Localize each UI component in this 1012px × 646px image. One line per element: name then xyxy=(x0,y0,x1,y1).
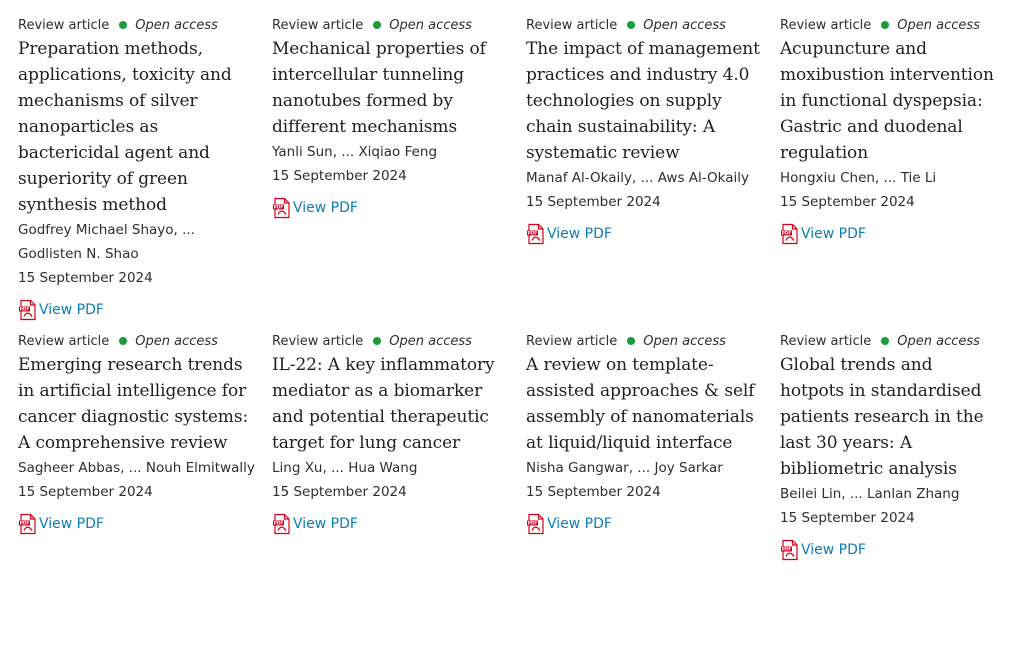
article-date: 15 September 2024 xyxy=(18,484,153,500)
article-card: Review article Open access Preparation m… xyxy=(18,14,272,330)
article-authors: Ling Xu, ... Hua Wang xyxy=(272,460,418,476)
article-date: 15 September 2024 xyxy=(780,194,915,210)
article-type-label: Review article xyxy=(780,333,872,349)
open-access-label: Open access xyxy=(389,17,472,33)
article-authors: Hongxiu Chen, ... Tie Li xyxy=(780,170,937,186)
view-pdf-label[interactable]: View PDF xyxy=(293,516,358,532)
pdf-file-icon: PDF xyxy=(273,513,290,535)
view-pdf-link[interactable]: PDF View PDF xyxy=(272,196,514,220)
open-access-dot-icon xyxy=(119,21,128,29)
article-type-label: Review article xyxy=(272,333,364,349)
view-pdf-label[interactable]: View PDF xyxy=(801,542,866,558)
article-card: Review article Open access IL-22: A key … xyxy=(272,330,526,646)
article-date: 15 September 2024 xyxy=(272,168,407,184)
article-date: 15 September 2024 xyxy=(526,194,661,210)
article-type-label: Review article xyxy=(780,17,872,33)
article-title-link[interactable]: Global trends and hotpots in standardise… xyxy=(780,352,996,482)
article-card: Review article Open access The impact of… xyxy=(526,14,780,330)
article-authors: Beilei Lin, ... Lanlan Zhang xyxy=(780,486,960,502)
article-title-link[interactable]: Acupuncture and moxibustion intervention… xyxy=(780,36,996,166)
view-pdf-label[interactable]: View PDF xyxy=(39,302,104,318)
article-card: Review article Open access Acupuncture a… xyxy=(780,14,1008,330)
open-access-label: Open access xyxy=(135,17,218,33)
svg-text:PDF: PDF xyxy=(274,205,284,210)
article-card: Review article Open access Global trends… xyxy=(780,330,1008,646)
article-title-link[interactable]: Preparation methods, applications, toxic… xyxy=(18,36,260,218)
view-pdf-link[interactable]: PDF View PDF xyxy=(780,538,996,562)
article-meta: Review article Open access xyxy=(18,14,260,36)
view-pdf-link[interactable]: PDF View PDF xyxy=(18,512,260,536)
open-access-dot-icon xyxy=(627,21,636,29)
pdf-file-icon: PDF xyxy=(781,539,798,561)
open-access-dot-icon xyxy=(119,337,128,345)
svg-text:PDF: PDF xyxy=(274,521,284,526)
open-access-label: Open access xyxy=(897,333,980,349)
view-pdf-link[interactable]: PDF View PDF xyxy=(272,512,514,536)
pdf-file-icon: PDF xyxy=(19,513,36,535)
view-pdf-link[interactable]: PDF View PDF xyxy=(18,298,260,322)
article-type-label: Review article xyxy=(526,333,618,349)
article-type-label: Review article xyxy=(18,17,110,33)
article-authors: Manaf Al-Okaily, ... Aws Al-Okaily xyxy=(526,170,750,186)
article-title-link[interactable]: IL-22: A key inflammatory mediator as a … xyxy=(272,352,514,456)
open-access-dot-icon xyxy=(373,21,382,29)
svg-text:PDF: PDF xyxy=(782,547,792,552)
article-meta: Review article Open access xyxy=(272,14,514,36)
article-authors: Sagheer Abbas, ... Nouh Elmitwally xyxy=(18,460,255,476)
article-title-link[interactable]: A review on template-assisted approaches… xyxy=(526,352,768,456)
article-authors: Yanli Sun, ... Xiqiao Feng xyxy=(272,144,438,160)
view-pdf-label[interactable]: View PDF xyxy=(547,516,612,532)
article-card: Review article Open access Mechanical pr… xyxy=(272,14,526,330)
article-date: 15 September 2024 xyxy=(18,270,153,286)
article-title-link[interactable]: The impact of management practices and i… xyxy=(526,36,768,166)
open-access-dot-icon xyxy=(881,337,890,345)
view-pdf-link[interactable]: PDF View PDF xyxy=(526,222,768,246)
open-access-label: Open access xyxy=(135,333,218,349)
open-access-dot-icon xyxy=(881,21,890,29)
article-date: 15 September 2024 xyxy=(780,510,915,526)
article-card: Review article Open access Emerging rese… xyxy=(18,330,272,646)
view-pdf-link[interactable]: PDF View PDF xyxy=(780,222,996,246)
article-card: Review article Open access A review on t… xyxy=(526,330,780,646)
article-meta: Review article Open access xyxy=(526,330,768,352)
article-meta: Review article Open access xyxy=(272,330,514,352)
view-pdf-label[interactable]: View PDF xyxy=(801,226,866,242)
pdf-file-icon: PDF xyxy=(781,223,798,245)
pdf-file-icon: PDF xyxy=(527,513,544,535)
open-access-label: Open access xyxy=(389,333,472,349)
article-meta: Review article Open access xyxy=(780,330,996,352)
svg-text:PDF: PDF xyxy=(528,521,538,526)
article-title-link[interactable]: Emerging research trends in artificial i… xyxy=(18,352,260,456)
open-access-dot-icon xyxy=(627,337,636,345)
svg-text:PDF: PDF xyxy=(782,231,792,236)
article-authors: Godfrey Michael Shayo, ... Godlisten N. … xyxy=(18,222,195,262)
article-date: 15 September 2024 xyxy=(272,484,407,500)
open-access-dot-icon xyxy=(373,337,382,345)
open-access-label: Open access xyxy=(643,17,726,33)
svg-text:PDF: PDF xyxy=(20,521,30,526)
svg-text:PDF: PDF xyxy=(20,307,30,312)
svg-text:PDF: PDF xyxy=(528,231,538,236)
article-type-label: Review article xyxy=(526,17,618,33)
open-access-label: Open access xyxy=(643,333,726,349)
article-type-label: Review article xyxy=(18,333,110,349)
article-meta: Review article Open access xyxy=(780,14,996,36)
article-type-label: Review article xyxy=(272,17,364,33)
article-authors: Nisha Gangwar, ... Joy Sarkar xyxy=(526,460,723,476)
article-grid: Review article Open access Preparation m… xyxy=(18,14,1008,646)
view-pdf-label[interactable]: View PDF xyxy=(547,226,612,242)
article-date: 15 September 2024 xyxy=(526,484,661,500)
pdf-file-icon: PDF xyxy=(527,223,544,245)
pdf-file-icon: PDF xyxy=(273,197,290,219)
article-title-link[interactable]: Mechanical properties of intercellular t… xyxy=(272,36,514,140)
open-access-label: Open access xyxy=(897,17,980,33)
article-meta: Review article Open access xyxy=(526,14,768,36)
pdf-file-icon: PDF xyxy=(19,299,36,321)
view-pdf-label[interactable]: View PDF xyxy=(293,200,358,216)
article-meta: Review article Open access xyxy=(18,330,260,352)
view-pdf-link[interactable]: PDF View PDF xyxy=(526,512,768,536)
view-pdf-label[interactable]: View PDF xyxy=(39,516,104,532)
